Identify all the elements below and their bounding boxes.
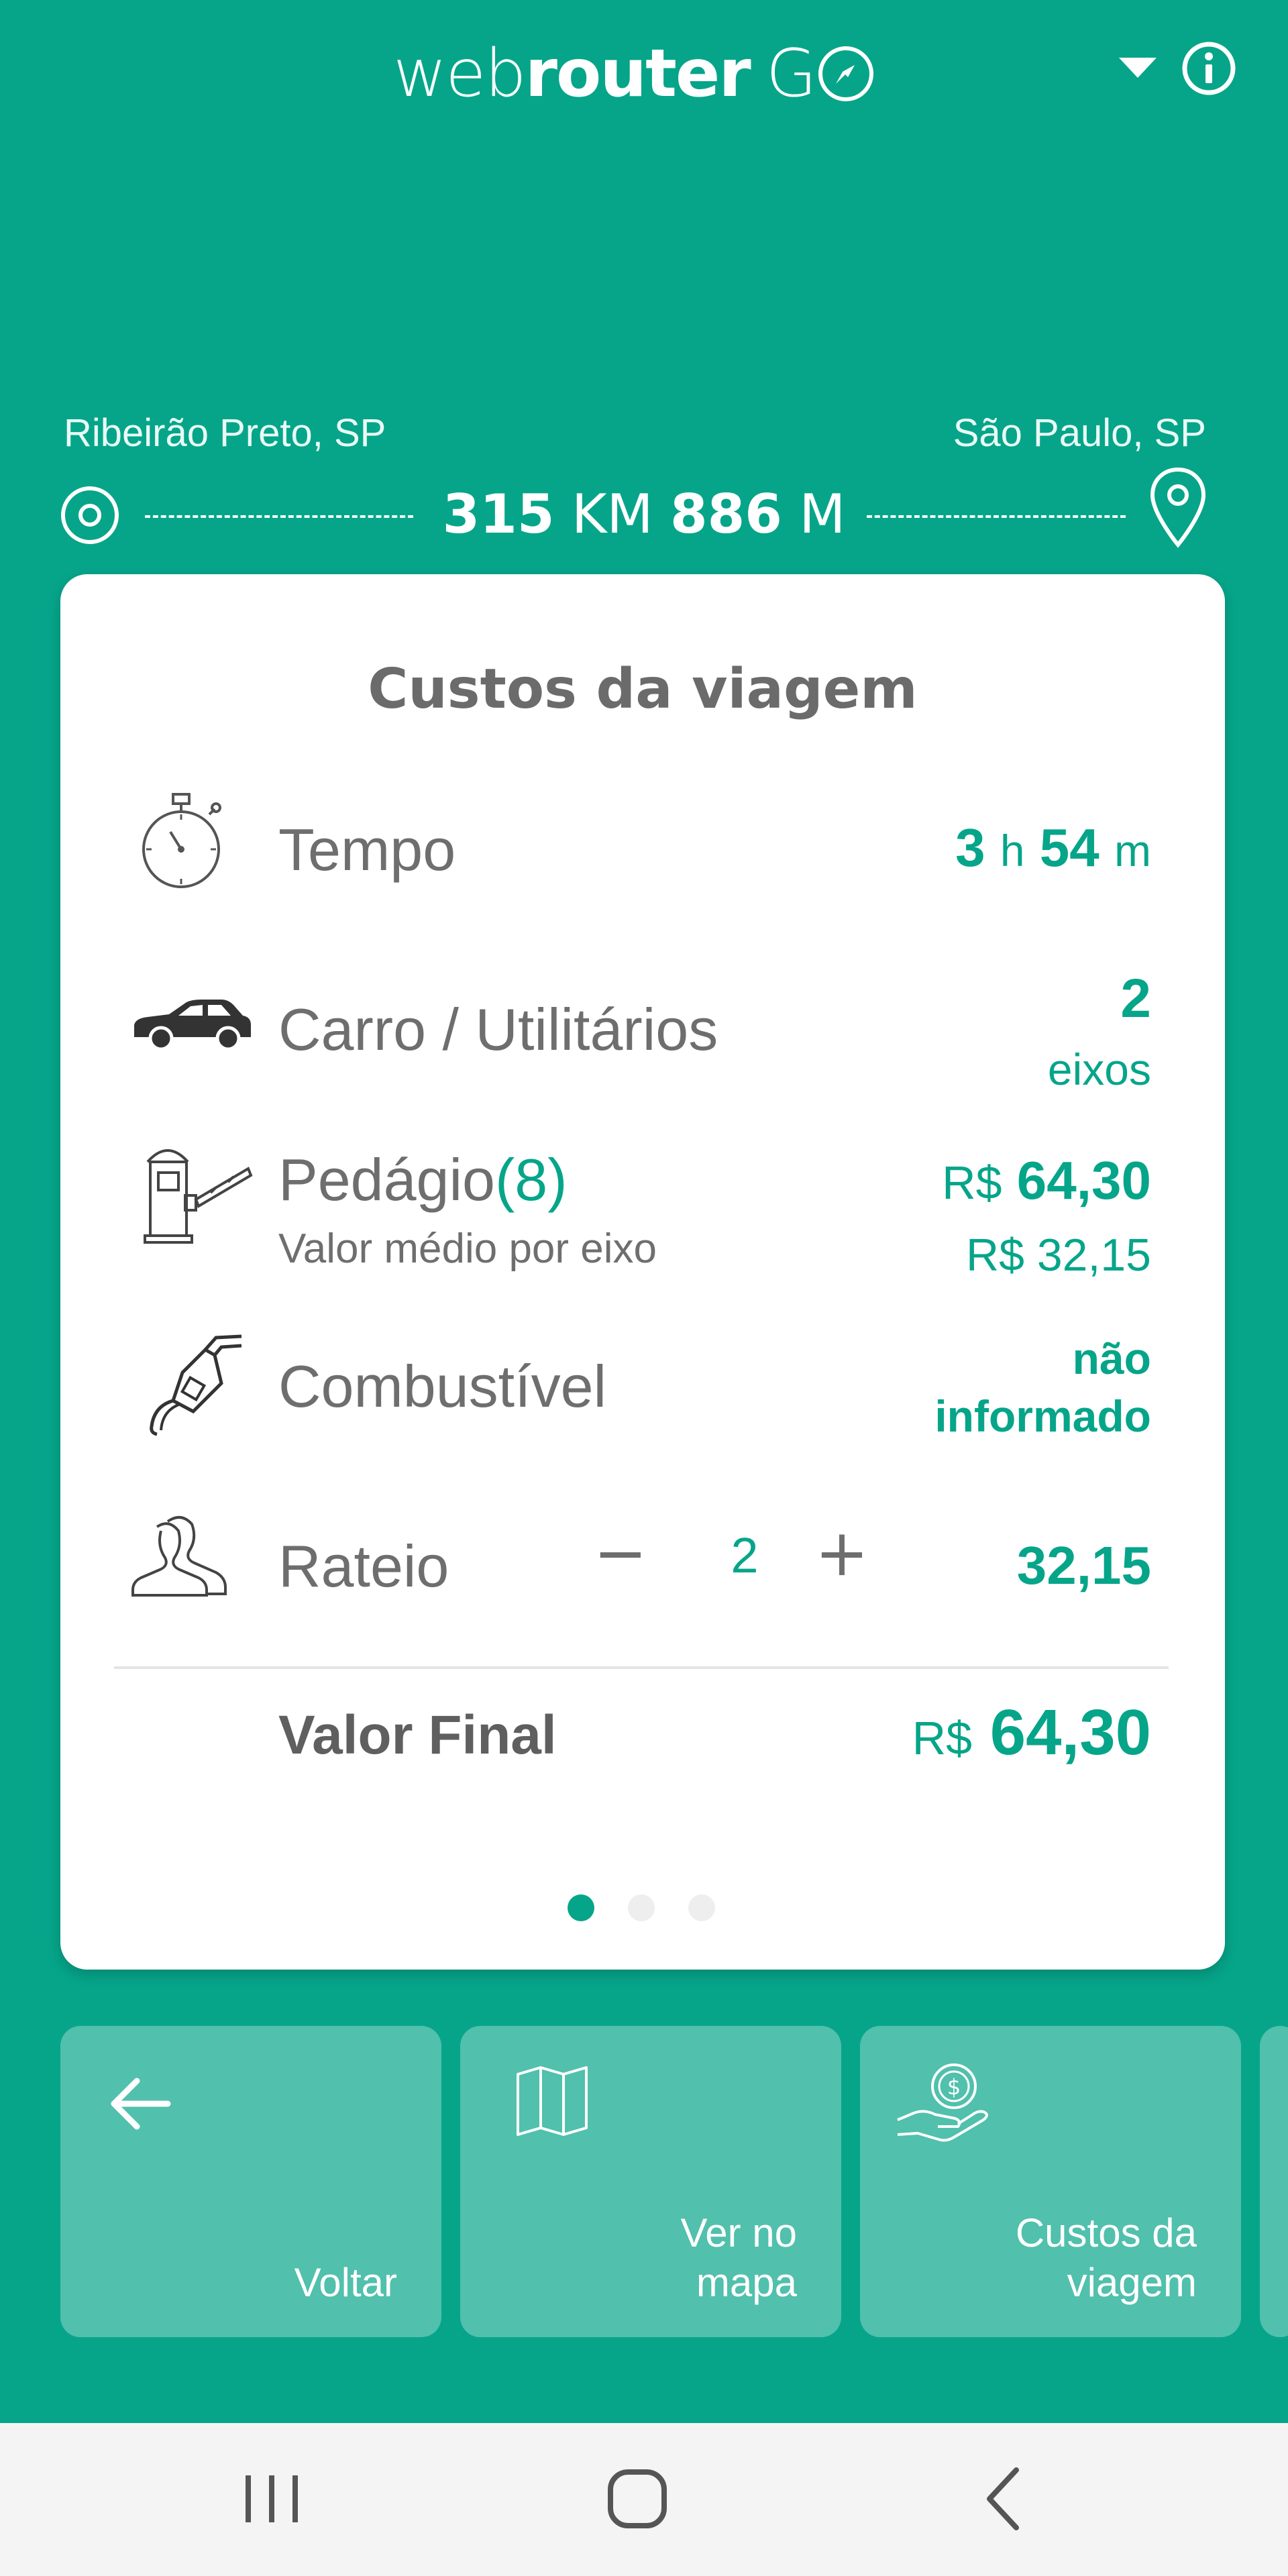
final-currency: R$ xyxy=(912,1712,973,1764)
home-icon[interactable] xyxy=(587,2455,688,2542)
people-split-icon xyxy=(131,1516,227,1597)
fuel-value-line2: informado xyxy=(934,1391,1151,1441)
fuel-value-line1: não xyxy=(1072,1334,1151,1383)
split-decrement-button[interactable]: − xyxy=(584,1516,657,1590)
split-label: Rateio xyxy=(278,1533,449,1599)
origin-target-icon xyxy=(61,486,119,544)
toll-total-value: 64,30 xyxy=(1016,1150,1151,1210)
trip-costs-button[interactable]: $ Custos da viagem xyxy=(860,2026,1241,2337)
back-button[interactable]: Voltar xyxy=(60,2026,441,2337)
vehicle-axles: 2 xyxy=(1120,968,1151,1029)
page-dot-1[interactable] xyxy=(568,1894,594,1921)
distance-m-unit: M xyxy=(799,483,846,545)
fuel-value: não informado xyxy=(934,1330,1151,1445)
arrow-left-icon xyxy=(111,2078,171,2130)
caret-down-icon[interactable] xyxy=(1119,58,1157,78)
info-circle-icon[interactable] xyxy=(1181,40,1237,97)
divider xyxy=(114,1666,1169,1669)
logo-go-text: G xyxy=(765,36,817,112)
app-logo: web router G xyxy=(393,34,876,114)
toll-label-text: Pedágio xyxy=(278,1146,495,1213)
money-hand-icon: $ xyxy=(897,2063,988,2142)
more-tiles-peek[interactable] xyxy=(1260,2026,1288,2337)
route-dashed-line-right xyxy=(867,515,1126,518)
final-value-label: Valor Final xyxy=(278,1705,557,1766)
toll-label: Pedágio(8) xyxy=(278,1146,568,1214)
distance-km-unit: KM xyxy=(572,483,653,545)
final-value: R$ 64,30 xyxy=(912,1696,1151,1770)
tempo-minutes-unit: m xyxy=(1114,826,1151,875)
page-dot-2[interactable] xyxy=(628,1894,655,1921)
split-count: 2 xyxy=(731,1527,759,1583)
vehicle-label: Carro / Utilitários xyxy=(278,996,718,1063)
trip-costs-card: Custos da viagem Tempo 3 h 54 m Carro / … xyxy=(60,574,1225,1970)
logo-web-text: web xyxy=(393,36,527,112)
split-increment-button[interactable]: + xyxy=(805,1516,879,1590)
tempo-label: Tempo xyxy=(278,816,456,883)
page-dot-3[interactable] xyxy=(688,1894,715,1921)
split-value: 32,15 xyxy=(1016,1536,1151,1595)
card-title: Custos da viagem xyxy=(368,657,918,721)
toll-total: R$ 64,30 xyxy=(942,1150,1151,1212)
destination-pin-icon xyxy=(1150,467,1206,548)
back-button-label: Voltar xyxy=(294,2260,397,2305)
tempo-hours: 3 xyxy=(955,818,985,877)
navigation-arrow-icon xyxy=(818,46,873,101)
logo-go: G xyxy=(766,36,876,112)
trip-costs-label: Custos da viagem xyxy=(1015,2210,1197,2305)
folded-map-icon xyxy=(517,2066,588,2136)
recents-icon[interactable] xyxy=(221,2455,322,2542)
back-chevron-icon[interactable] xyxy=(953,2455,1053,2542)
fuel-nozzle-icon xyxy=(150,1334,242,1436)
vehicle-axles-unit: eixos xyxy=(1047,1044,1151,1094)
view-on-map-button[interactable]: Ver no mapa xyxy=(460,2026,841,2337)
svg-text:$: $ xyxy=(947,2074,961,2100)
toll-booth-icon xyxy=(144,1149,253,1244)
toll-sublabel: Valor médio por eixo xyxy=(278,1226,657,1272)
tempo-hours-unit: h xyxy=(1000,826,1025,875)
destination-city: São Paulo, SP xyxy=(953,411,1206,455)
origin-city: Ribeirão Preto, SP xyxy=(64,411,386,455)
route-distance: 315 KM 886 M xyxy=(429,483,859,545)
view-on-map-label: Ver no mapa xyxy=(680,2210,797,2305)
fuel-label: Combustível xyxy=(278,1353,607,1419)
distance-km: 315 xyxy=(442,483,555,545)
logo-router-text: router xyxy=(525,36,751,112)
tempo-value: 3 h 54 m xyxy=(955,817,1151,879)
distance-m: 886 xyxy=(669,483,782,545)
toll-count: (8) xyxy=(494,1146,568,1213)
system-navigation-bar xyxy=(0,2423,1288,2576)
final-amount: 64,30 xyxy=(989,1697,1151,1768)
route-dashed-line-left xyxy=(145,515,413,518)
stopwatch-icon xyxy=(142,793,221,888)
toll-currency: R$ xyxy=(942,1157,1002,1209)
toll-per-axle: R$ 32,15 xyxy=(966,1230,1151,1281)
tempo-minutes: 54 xyxy=(1039,818,1099,877)
car-icon xyxy=(134,1000,251,1051)
